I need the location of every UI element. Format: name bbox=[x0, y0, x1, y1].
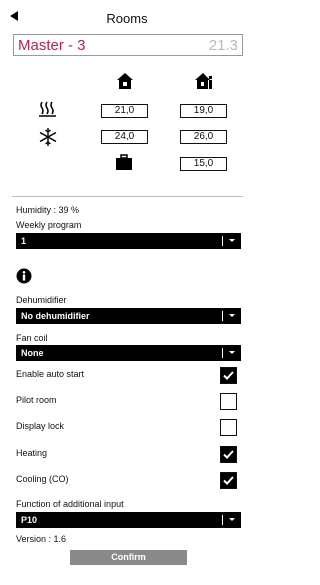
dropdown-separator bbox=[222, 311, 223, 321]
fan-coil-value: None bbox=[21, 348, 44, 358]
divider bbox=[12, 196, 243, 197]
cooling-away-setpoint[interactable]: 26,0 bbox=[180, 130, 227, 144]
option-label-display-lock: Display lock bbox=[16, 421, 65, 431]
additional-input-value: P10 bbox=[21, 515, 38, 525]
info-icon[interactable] bbox=[16, 268, 32, 284]
home-icon bbox=[117, 73, 133, 89]
auto-start-checkbox[interactable] bbox=[220, 367, 237, 384]
dehumidifier-label: Dehumidifier bbox=[16, 295, 67, 305]
fan-coil-dropdown[interactable]: None bbox=[16, 345, 241, 361]
dropdown-separator bbox=[222, 348, 223, 358]
room-name: Master - 3 bbox=[18, 37, 86, 54]
weekly-program-dropdown[interactable]: 1 bbox=[16, 233, 241, 249]
chevron-down-icon bbox=[229, 518, 235, 521]
room-temperature: 21.3 bbox=[208, 37, 238, 54]
option-label-cooling: Cooling (CO) bbox=[16, 474, 69, 484]
confirm-button[interactable]: Confirm bbox=[70, 550, 187, 565]
cooling-home-setpoint[interactable]: 24,0 bbox=[101, 130, 148, 144]
version-label: Version : 1.6 bbox=[16, 534, 67, 544]
fan-coil-label: Fan coil bbox=[16, 333, 48, 343]
dehumidifier-dropdown[interactable]: No dehumidifier bbox=[16, 308, 241, 324]
dropdown-separator bbox=[222, 515, 223, 525]
heating-waves-icon bbox=[39, 101, 56, 117]
option-label-auto-start: Enable auto start bbox=[16, 369, 85, 379]
room-selector[interactable]: Master - 3 21.3 bbox=[13, 34, 243, 56]
holiday-away-setpoint[interactable]: 15,0 bbox=[180, 157, 227, 171]
chevron-down-icon bbox=[229, 314, 235, 317]
option-label-heating: Heating bbox=[16, 448, 48, 458]
suitcase-icon bbox=[116, 154, 132, 170]
header: Rooms bbox=[0, 0, 254, 34]
option-label-pilot-room: Pilot room bbox=[16, 395, 57, 405]
page-title: Rooms bbox=[106, 11, 148, 26]
weekly-program-value: 1 bbox=[21, 236, 27, 246]
chevron-down-icon bbox=[229, 239, 235, 242]
additional-input-label: Function of additional input bbox=[16, 499, 124, 509]
comfort-home-setpoint[interactable]: 21,0 bbox=[101, 104, 148, 118]
cooling-checkbox[interactable] bbox=[220, 472, 237, 489]
dropdown-separator bbox=[222, 236, 223, 246]
home-away-icon bbox=[195, 73, 212, 89]
checkmark-icon bbox=[223, 371, 234, 380]
checkmark-icon bbox=[223, 450, 234, 459]
checkmark-icon bbox=[223, 476, 234, 485]
humidity-label: Humidity : 39 % bbox=[16, 205, 80, 215]
display-lock-checkbox[interactable] bbox=[220, 419, 237, 436]
additional-input-dropdown[interactable]: P10 bbox=[16, 512, 241, 528]
snowflake-icon bbox=[39, 128, 57, 146]
pilot-room-checkbox[interactable] bbox=[220, 393, 237, 410]
weekly-program-label: Weekly program bbox=[16, 220, 82, 230]
dehumidifier-value: No dehumidifier bbox=[21, 311, 90, 321]
comfort-away-setpoint[interactable]: 19,0 bbox=[180, 104, 227, 118]
heating-checkbox[interactable] bbox=[220, 446, 237, 463]
chevron-down-icon bbox=[229, 351, 235, 354]
